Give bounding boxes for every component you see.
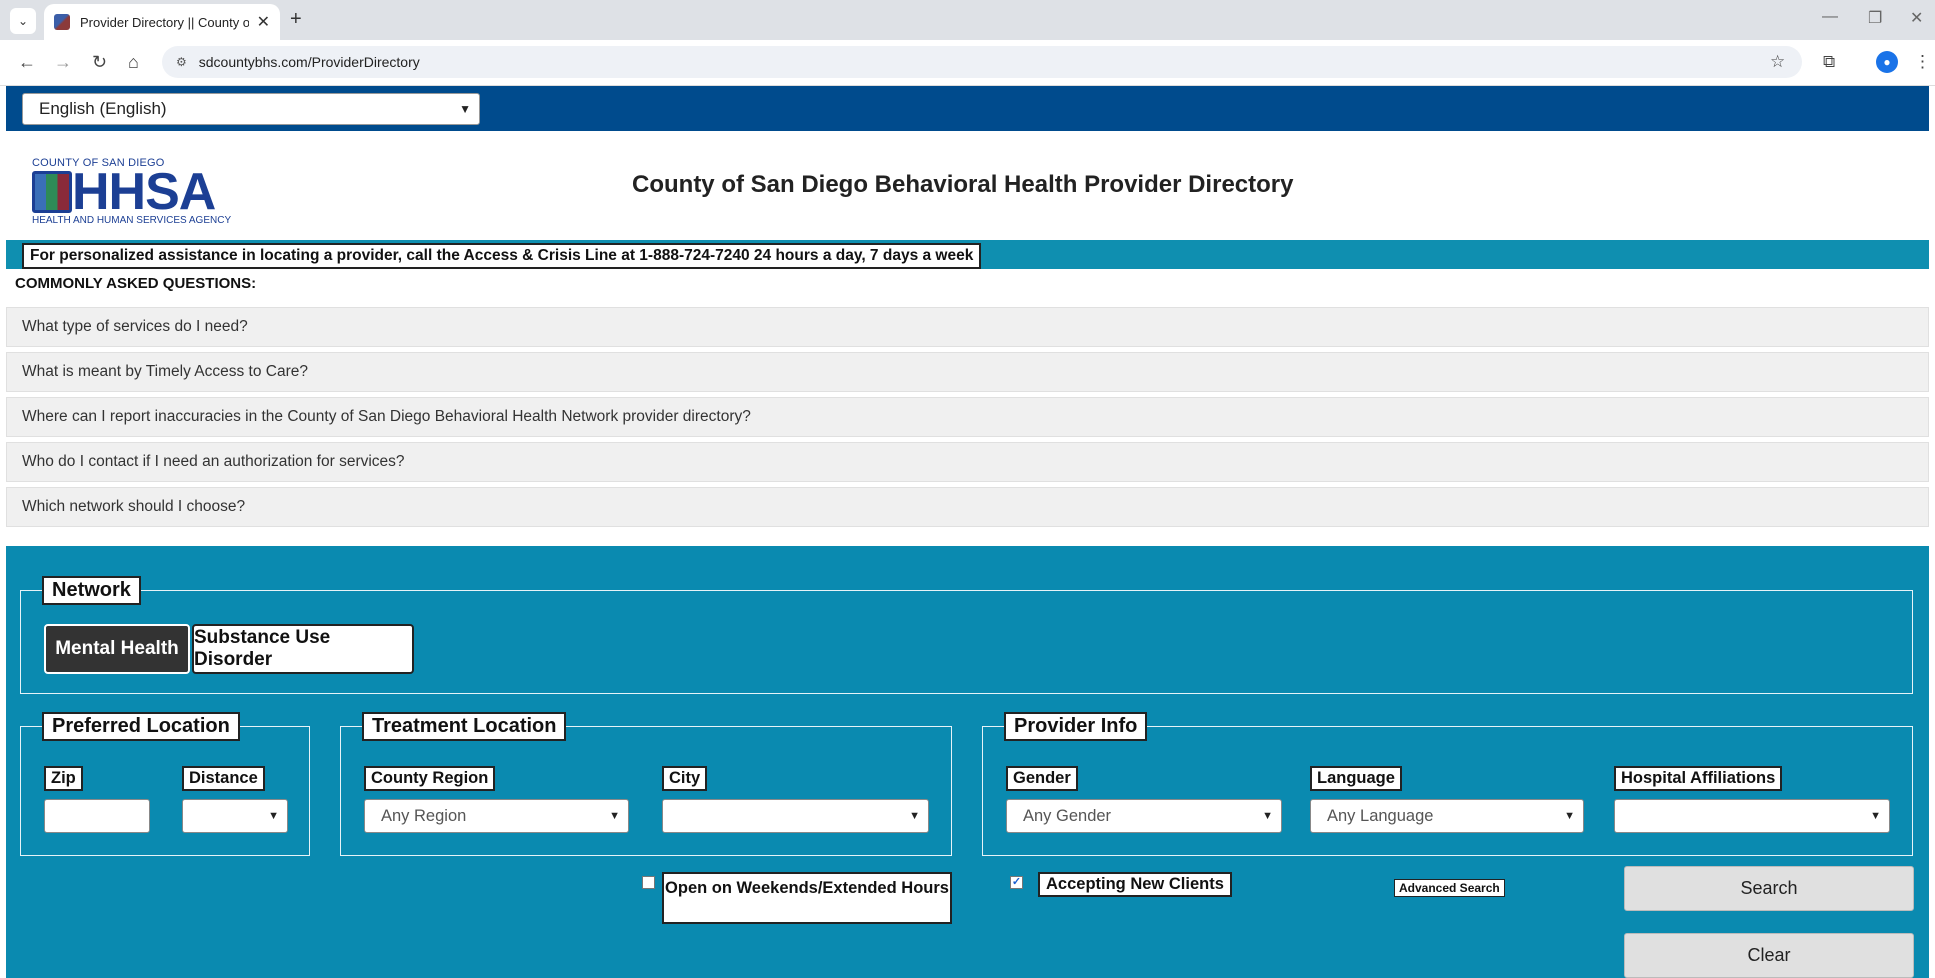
hhsa-logo: COUNTY OF SAN DIEGO HHSA HEALTH AND HUMA… — [32, 157, 262, 226]
crisis-bar: For personalized assistance in locating … — [6, 240, 1929, 269]
favicon-icon — [54, 14, 70, 30]
hospital-affiliations-label: Hospital Affiliations — [1614, 766, 1783, 791]
advanced-search-link[interactable]: Advanced Search — [1394, 879, 1505, 897]
family-figures-icon — [32, 171, 72, 213]
chevron-down-icon: ▼ — [268, 810, 279, 822]
county-region-select-value: Any Region — [381, 806, 467, 825]
faq-item[interactable]: Who do I contact if I need an authorizat… — [6, 442, 1929, 482]
faq-item[interactable]: What is meant by Timely Access to Care? — [6, 352, 1929, 392]
url-text: sdcountybhs.com/ProviderDirectory — [198, 54, 420, 70]
network-substance-use-button[interactable]: Substance Use Disorder — [192, 624, 414, 674]
chevron-down-icon: ▼ — [1564, 810, 1575, 822]
gender-select-value: Any Gender — [1023, 806, 1112, 825]
preferred-location-fieldset — [20, 726, 310, 856]
distance-select[interactable]: ▼ — [182, 799, 288, 833]
chevron-down-icon: ▼ — [909, 810, 920, 822]
accepting-clients-label[interactable]: Accepting New Clients — [1038, 872, 1232, 897]
treatment-location-legend: Treatment Location — [362, 712, 567, 741]
chevron-down-icon: ▼ — [1262, 810, 1273, 822]
minimize-icon[interactable]: — — [1822, 8, 1838, 26]
city-select[interactable]: ▼ — [662, 799, 929, 833]
city-label: City — [662, 766, 708, 791]
search-button[interactable]: Search — [1624, 866, 1914, 911]
logo-bottom-text: HEALTH AND HUMAN SERVICES AGENCY — [32, 215, 232, 226]
forward-icon[interactable]: → — [54, 52, 72, 73]
language-filter-select-value: Any Language — [1327, 806, 1434, 825]
browser-tab-bar: ⌄ Provider Directory || County of S ✕ + … — [0, 0, 1935, 40]
language-label: Language — [1310, 766, 1402, 791]
treatment-location-fieldset — [340, 726, 952, 856]
bookmark-star-icon[interactable]: ☆ — [1770, 52, 1785, 72]
accepting-clients-checkbox[interactable]: ✓ — [1010, 876, 1023, 889]
new-tab-icon[interactable]: + — [290, 8, 302, 31]
url-bar[interactable]: ⚙ sdcountybhs.com/ProviderDirectory — [162, 46, 1802, 78]
menu-kebab-icon[interactable]: ⋮ — [1914, 52, 1931, 72]
county-region-select[interactable]: Any Region ▼ — [364, 799, 629, 833]
distance-label: Distance — [182, 766, 265, 791]
search-panel: Network Mental Health Substance Use Diso… — [6, 546, 1929, 978]
crisis-line-notice: For personalized assistance in locating … — [22, 243, 982, 269]
close-window-icon[interactable]: ✕ — [1910, 8, 1923, 28]
back-icon[interactable]: ← — [18, 52, 36, 73]
network-legend: Network — [42, 576, 141, 605]
logo-wordmark: HHSA — [72, 163, 216, 221]
home-icon[interactable]: ⌂ — [128, 52, 139, 73]
provider-info-fieldset — [982, 726, 1913, 856]
zip-input[interactable] — [44, 799, 150, 833]
hospital-affiliations-select[interactable]: ▼ — [1614, 799, 1890, 833]
network-mental-health-button[interactable]: Mental Health — [44, 624, 190, 674]
clear-button[interactable]: Clear — [1624, 933, 1914, 978]
page-title: County of San Diego Behavioral Health Pr… — [632, 171, 1294, 198]
profile-avatar-icon[interactable]: ● — [1876, 51, 1898, 73]
language-bar: English (English) ▼ — [6, 86, 1929, 131]
gender-select[interactable]: Any Gender ▼ — [1006, 799, 1282, 833]
county-region-label: County Region — [364, 766, 496, 791]
provider-info-legend: Provider Info — [1004, 712, 1148, 741]
extensions-icon[interactable]: ⧉ — [1823, 52, 1835, 72]
language-select-value: English (English) — [39, 99, 167, 118]
restore-icon[interactable]: ❐ — [1868, 8, 1882, 28]
weekends-checkbox[interactable] — [642, 876, 655, 889]
faq-item[interactable]: Where can I report inaccuracies in the C… — [6, 397, 1929, 437]
address-bar-row: ← → ↻ ⌂ ⚙ sdcountybhs.com/ProviderDirect… — [0, 40, 1935, 86]
preferred-location-legend: Preferred Location — [42, 712, 240, 741]
chevron-down-icon: ▼ — [609, 810, 620, 822]
tab-close-icon[interactable]: ✕ — [257, 12, 270, 32]
tab-search-chevron-icon[interactable]: ⌄ — [10, 8, 36, 34]
chevron-down-icon: ▼ — [1870, 810, 1881, 822]
gender-label: Gender — [1006, 766, 1078, 791]
language-select[interactable]: English (English) ▼ — [22, 93, 480, 125]
browser-tab[interactable]: Provider Directory || County of S ✕ — [44, 4, 280, 40]
faq-item[interactable]: What type of services do I need? — [6, 307, 1929, 347]
faq-item[interactable]: Which network should I choose? — [6, 487, 1929, 527]
faq-heading: COMMONLY ASKED QUESTIONS: — [15, 275, 257, 292]
reload-icon[interactable]: ↻ — [92, 52, 107, 73]
logo-mark: HHSA — [32, 163, 262, 221]
chevron-down-icon: ▼ — [459, 102, 471, 116]
tab-title: Provider Directory || County of S — [80, 14, 249, 30]
site-info-icon[interactable]: ⚙ — [176, 55, 187, 69]
page-header: COUNTY OF SAN DIEGO HHSA HEALTH AND HUMA… — [6, 131, 1929, 240]
language-filter-select[interactable]: Any Language ▼ — [1310, 799, 1584, 833]
zip-label: Zip — [44, 766, 83, 791]
weekends-label[interactable]: Open on Weekends/Extended Hours — [662, 872, 952, 924]
